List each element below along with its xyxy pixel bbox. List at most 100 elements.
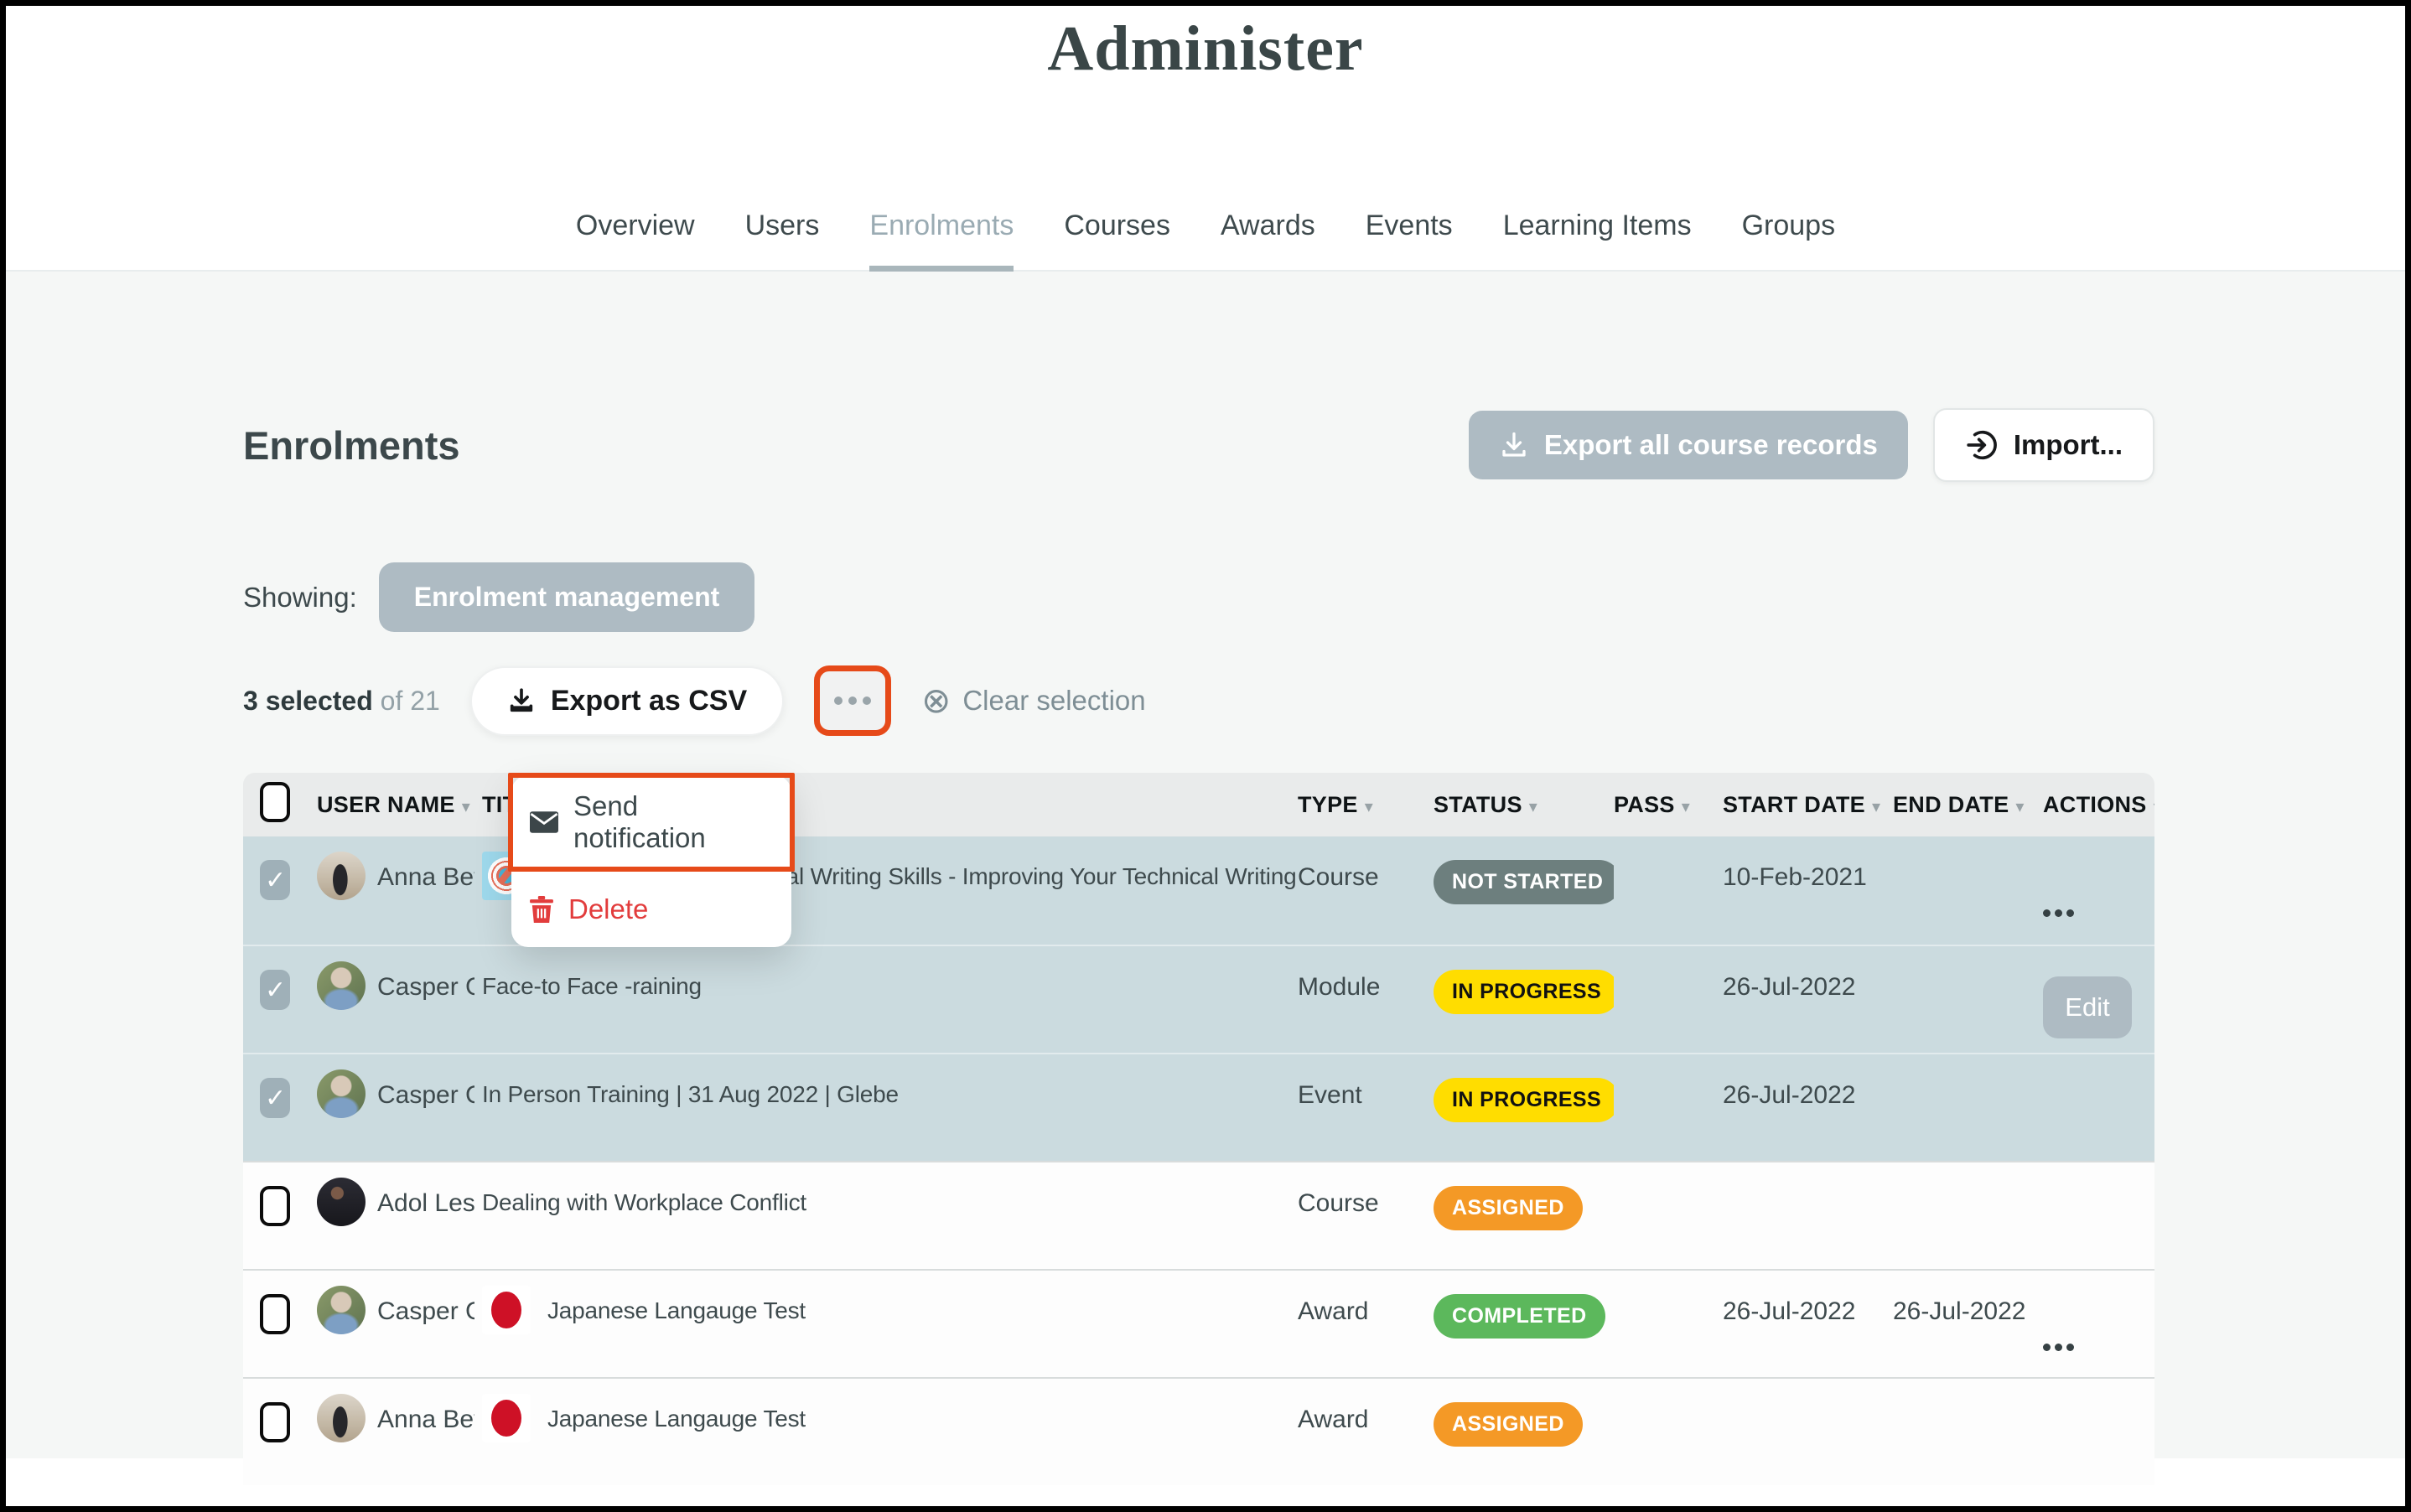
select-all-checkbox[interactable]	[260, 782, 290, 822]
row-checkbox[interactable]	[260, 1078, 290, 1118]
status-badge: ASSIGNED	[1434, 1186, 1583, 1230]
row-checkbox[interactable]	[260, 970, 290, 1010]
end-date-value	[1893, 836, 2043, 945]
import-button[interactable]: Import...	[1933, 408, 2154, 482]
end-date-value	[1893, 1162, 2043, 1271]
user-name: Adol Leste	[377, 1178, 474, 1218]
column-header-user-name[interactable]: USER NAME▾	[317, 792, 482, 818]
pass-value	[1614, 1054, 1723, 1162]
start-date-value: 26-Jul-2022	[1723, 1054, 1893, 1162]
end-date-value	[1893, 946, 2043, 1054]
table-row: Anna Bev Japanese Langauge Test Award AS…	[243, 1377, 2154, 1485]
row-checkbox[interactable]	[260, 1294, 290, 1334]
table-row: Casper C Japanese Langauge Test Award CO…	[243, 1269, 2154, 1377]
ellipsis-icon	[834, 696, 843, 705]
context-menu: Send notification Delete	[511, 775, 791, 947]
end-date-value	[1893, 1379, 2043, 1487]
enrolment-title: In Person Training | 31 Aug 2022 | Glebe	[482, 1069, 899, 1108]
pass-value	[1614, 1379, 1723, 1487]
row-checkbox[interactable]	[260, 860, 290, 900]
row-checkbox[interactable]	[260, 1402, 290, 1442]
end-date-value	[1893, 1054, 2043, 1162]
tab-awards[interactable]: Awards	[1221, 210, 1315, 270]
status-badge: IN PROGRESS	[1434, 970, 1614, 1014]
trash-icon	[530, 896, 553, 923]
menu-item-delete[interactable]: Delete	[511, 872, 791, 934]
menu-item-send-notification[interactable]: Send notification	[508, 773, 795, 872]
row-more-button[interactable]	[2043, 1344, 2074, 1351]
tab-enrolments[interactable]: Enrolments	[869, 210, 1014, 272]
row-more-button[interactable]	[2043, 909, 2074, 917]
column-header-pass[interactable]: PASS▾	[1614, 792, 1723, 818]
pass-value	[1614, 836, 1723, 945]
start-date-value: 10-Feb-2021	[1723, 836, 1893, 945]
start-date-value	[1723, 1379, 1893, 1487]
column-header-actions[interactable]: ACTIONS▾	[2043, 792, 2154, 818]
user-name: Anna Bev	[377, 1394, 474, 1434]
import-icon	[1965, 428, 1999, 462]
tab-groups[interactable]: Groups	[1742, 210, 1836, 270]
status-badge: NOT STARTED	[1434, 860, 1614, 904]
status-badge: COMPLETED	[1434, 1294, 1605, 1339]
sort-arrow-icon: ▾	[1365, 798, 1373, 816]
enrolment-title: Dealing with Workplace Conflict	[482, 1178, 806, 1216]
download-icon	[507, 686, 536, 715]
main-area: Enrolments Export all course records	[6, 272, 2405, 1458]
export-as-csv-button[interactable]: Export as CSV	[470, 666, 784, 736]
user-name: Anna Bev	[377, 852, 474, 892]
column-header-start-date[interactable]: START DATE▾	[1723, 792, 1893, 818]
sort-arrow-icon: ▾	[1872, 798, 1880, 816]
pass-value	[1614, 1162, 1723, 1271]
type-value: Event	[1298, 1054, 1434, 1162]
table-row: Adol Leste Dealing with Workplace Confli…	[243, 1161, 2154, 1269]
avatar	[317, 1394, 366, 1442]
column-header-end-date[interactable]: END DATE▾	[1893, 792, 2043, 818]
type-value: Module	[1298, 946, 1434, 1054]
download-icon	[1499, 430, 1529, 460]
clear-selection-button[interactable]: ⊗ Clear selection	[921, 683, 1145, 718]
tab-courses[interactable]: Courses	[1064, 210, 1170, 270]
award-thumbnail-icon	[482, 1286, 531, 1334]
pass-value	[1614, 1271, 1723, 1379]
sort-arrow-icon: ▾	[1682, 798, 1690, 816]
main-nav: Overview Users Enrolments Courses Awards…	[6, 210, 2405, 272]
tab-users[interactable]: Users	[745, 210, 820, 270]
user-name: Casper C	[377, 1286, 474, 1326]
sort-arrow-icon: ▾	[2015, 798, 2024, 816]
status-badge: ASSIGNED	[1434, 1402, 1583, 1447]
table-row: Casper C In Person Training | 31 Aug 202…	[243, 1053, 2154, 1161]
column-header-type[interactable]: TYPE▾	[1298, 792, 1434, 818]
user-name: Casper C	[377, 1069, 474, 1110]
enrolment-title: Japanese Langauge Test	[547, 1286, 806, 1324]
edit-button[interactable]: Edit	[2043, 976, 2132, 1038]
start-date-value: 26-Jul-2022	[1723, 1271, 1893, 1379]
start-date-value: 26-Jul-2022	[1723, 946, 1893, 1054]
award-thumbnail-icon	[482, 1394, 531, 1442]
type-value: Award	[1298, 1271, 1434, 1379]
clear-circle-icon: ⊗	[921, 683, 951, 718]
more-actions-button[interactable]	[814, 665, 891, 736]
user-name: Casper C	[377, 961, 474, 1002]
avatar	[317, 1286, 366, 1334]
column-header-status[interactable]: STATUS▾	[1434, 792, 1614, 818]
export-all-course-records-button[interactable]: Export all course records	[1469, 411, 1908, 479]
avatar	[317, 1069, 366, 1118]
end-date-value: 26-Jul-2022	[1893, 1271, 2043, 1379]
enrolment-title: Japanese Langauge Test	[547, 1394, 806, 1432]
enrolment-title: Face-to Face -raining	[482, 961, 702, 1000]
row-checkbox[interactable]	[260, 1186, 290, 1226]
type-value: Course	[1298, 1162, 1434, 1271]
tab-events[interactable]: Events	[1366, 210, 1453, 270]
avatar	[317, 961, 366, 1010]
selection-count: 3 selected of 21	[243, 686, 440, 717]
sort-arrow-icon: ▾	[1529, 798, 1537, 816]
app-title: Administer	[6, 13, 2405, 85]
page-title: Enrolments	[243, 422, 460, 469]
envelope-icon	[530, 811, 558, 833]
tab-overview[interactable]: Overview	[576, 210, 695, 270]
filter-chip-enrolment-management[interactable]: Enrolment management	[379, 562, 755, 632]
tab-learning-items[interactable]: Learning Items	[1503, 210, 1692, 270]
status-badge: IN PROGRESS	[1434, 1078, 1614, 1122]
avatar	[317, 852, 366, 900]
type-value: Award	[1298, 1379, 1434, 1487]
